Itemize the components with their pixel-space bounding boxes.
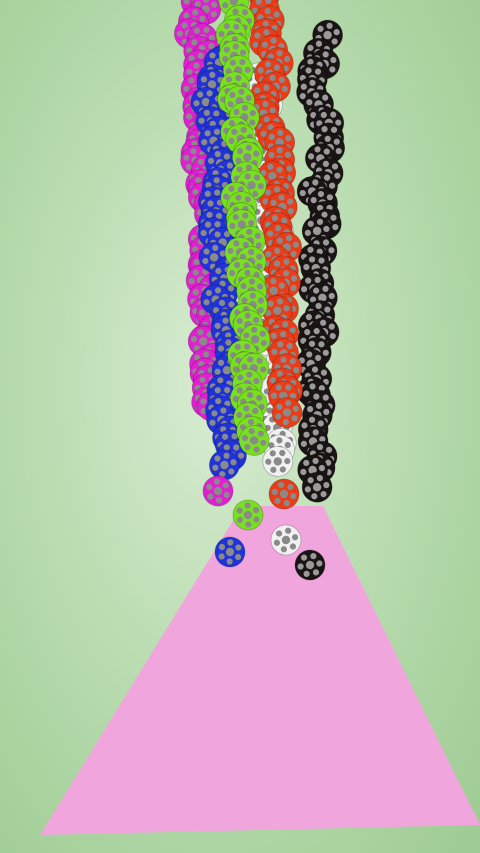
green-soccer-ball [232,499,264,531]
blue-soccer-ball [214,536,246,568]
game-scene[interactable] [0,0,480,853]
